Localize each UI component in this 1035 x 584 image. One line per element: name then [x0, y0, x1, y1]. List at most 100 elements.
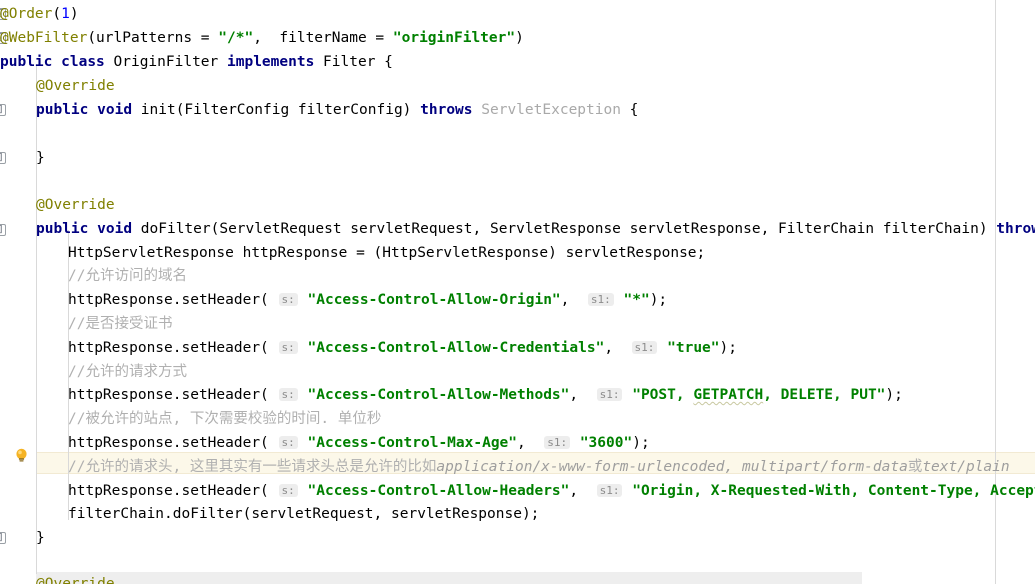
- line-override-init[interactable]: @Override: [36, 75, 115, 97]
- code-token: ): [69, 6, 79, 22]
- code-token: @Override: [36, 576, 115, 584]
- line-comment-allow-headers[interactable]: //允许的请求头, 这里其实有一些请求头总是允许的比如application/x…: [68, 456, 1010, 478]
- code-token: ,: [560, 292, 587, 308]
- line-setheader-allow-origin[interactable]: httpResponse.setHeader( s: "Access-Contr…: [68, 289, 667, 311]
- fold-marker-dofilter-end[interactable]: ]: [0, 532, 6, 544]
- line-class-declaration[interactable]: public class OriginFilter implements Fil…: [0, 51, 393, 73]
- fold-marker-init-end[interactable]: ]: [0, 152, 6, 164]
- code-token: implements: [227, 54, 315, 70]
- code-token: //允许访问的域名: [68, 268, 187, 284]
- code-token: @Order: [0, 6, 53, 22]
- line-comment-allow-origin[interactable]: //允许访问的域名: [68, 265, 187, 287]
- line-setheader-allow-credentials[interactable]: httpResponse.setHeader( s: "Access-Contr…: [68, 337, 737, 359]
- line-webfilter-annotation[interactable]: @WebFilter(urlPatterns = "/*", filterNam…: [0, 27, 524, 49]
- code-token: "Access-Control-Max-Age": [307, 435, 518, 451]
- code-token: ): [515, 30, 524, 46]
- code-token: );: [649, 292, 668, 308]
- code-token: void: [97, 221, 133, 237]
- code-token: init(FilterConfig filterConfig): [132, 102, 421, 118]
- code-token: Filter {: [314, 54, 393, 70]
- code-token: "Origin, X-Requested-With, Content-Type,…: [632, 483, 1035, 499]
- line-override-next-partial[interactable]: @Override: [36, 573, 115, 584]
- code-token: @Override: [36, 78, 115, 94]
- code-editor[interactable]: ]]]]]] @Order(1)@WebFilter(urlPatterns =…: [0, 0, 1035, 584]
- parameter-hint[interactable]: s1:: [544, 436, 571, 449]
- parameter-hint[interactable]: s:: [278, 388, 298, 401]
- parameter-hint[interactable]: s:: [278, 436, 298, 449]
- editor-gutter[interactable]: ]]]]]]: [0, 0, 36, 584]
- code-token: //被允许的站点, 下次需要校验的时间. 单位秒: [68, 411, 382, 427]
- code-token: ServletException: [481, 102, 621, 118]
- code-token: httpResponse.setHeader(: [68, 435, 278, 451]
- code-token: );: [719, 340, 737, 356]
- code-token: @WebFilter: [0, 30, 88, 46]
- code-token: );: [632, 435, 650, 451]
- code-token: "originFilter": [392, 30, 516, 46]
- code-token: public: [36, 102, 89, 118]
- code-token: }: [36, 530, 45, 546]
- code-token: //允许的请求方式: [68, 364, 187, 380]
- line-order-annotation[interactable]: @Order(1): [0, 3, 79, 25]
- line-setheader-allow-headers[interactable]: httpResponse.setHeader( s: "Access-Contr…: [68, 480, 1035, 502]
- line-httpresponse-cast[interactable]: HttpServletResponse httpResponse = (Http…: [68, 242, 705, 264]
- line-override-dofilter[interactable]: @Override: [36, 194, 115, 216]
- line-init-close-brace[interactable]: }: [36, 147, 45, 169]
- code-token: ,: [569, 483, 596, 499]
- fold-marker-init[interactable]: ]: [0, 104, 6, 116]
- code-token: "*": [623, 292, 650, 308]
- code-token: httpResponse.setHeader(: [68, 387, 278, 403]
- code-token: httpResponse.setHeader(: [68, 292, 278, 308]
- code-token: filterChain.doFilter(servletRequest, ser…: [68, 506, 540, 522]
- line-dofilter-chain-call[interactable]: filterChain.doFilter(servletRequest, ser…: [68, 503, 539, 525]
- parameter-hint[interactable]: s1:: [596, 388, 623, 401]
- parameter-hint[interactable]: s:: [278, 484, 298, 497]
- lightbulb-icon[interactable]: [13, 447, 30, 464]
- code-token: text/plain: [922, 459, 1010, 475]
- line-comment-max-age[interactable]: //被允许的站点, 下次需要校验的时间. 单位秒: [68, 408, 381, 430]
- code-token: httpResponse.setHeader(: [68, 340, 278, 356]
- line-comment-credentials[interactable]: //是否接受证书: [68, 313, 172, 335]
- code-token: HttpServletResponse httpResponse = (Http…: [68, 245, 706, 261]
- line-dofilter-signature[interactable]: public void doFilter(ServletRequest serv…: [36, 218, 1035, 240]
- line-setheader-allow-methods[interactable]: httpResponse.setHeader( s: "Access-Contr…: [68, 384, 903, 406]
- code-token: OriginFilter: [104, 54, 227, 70]
- parameter-hint[interactable]: s:: [278, 293, 298, 306]
- code-token: void: [97, 102, 133, 118]
- code-token: doFilter(ServletRequest servletRequest, …: [132, 221, 997, 237]
- code-token: ,: [517, 435, 544, 451]
- indent-guide-class-body: [36, 64, 37, 574]
- parameter-hint[interactable]: s1:: [596, 484, 623, 497]
- code-token: {: [620, 102, 639, 118]
- code-token: "POST,: [632, 387, 685, 403]
- code-token: httpResponse.setHeader(: [68, 483, 278, 499]
- code-token: "Access-Control-Allow-Credentials": [307, 340, 605, 356]
- code-token: "/*": [218, 30, 254, 46]
- line-comment-methods[interactable]: //允许的请求方式: [68, 361, 187, 383]
- code-token: public: [36, 221, 89, 237]
- parameter-hint[interactable]: s:: [278, 341, 298, 354]
- line-dofilter-close-brace[interactable]: }: [36, 527, 45, 549]
- code-token: }: [36, 150, 45, 166]
- code-token: "true": [667, 340, 720, 356]
- code-token: 1: [61, 6, 70, 22]
- line-setheader-max-age[interactable]: httpResponse.setHeader( s: "Access-Contr…: [68, 432, 650, 454]
- parameter-hint[interactable]: s1:: [631, 341, 658, 354]
- code-token: 或: [907, 459, 923, 475]
- line-init-signature[interactable]: public void init(FilterConfig filterConf…: [36, 99, 638, 121]
- parameter-hint[interactable]: s1:: [587, 293, 614, 306]
- code-token: "Access-Control-Allow-Origin": [307, 292, 561, 308]
- code-token: class: [61, 54, 105, 70]
- fold-marker-dofilter[interactable]: ]: [0, 224, 6, 236]
- code-token: ,: [604, 340, 631, 356]
